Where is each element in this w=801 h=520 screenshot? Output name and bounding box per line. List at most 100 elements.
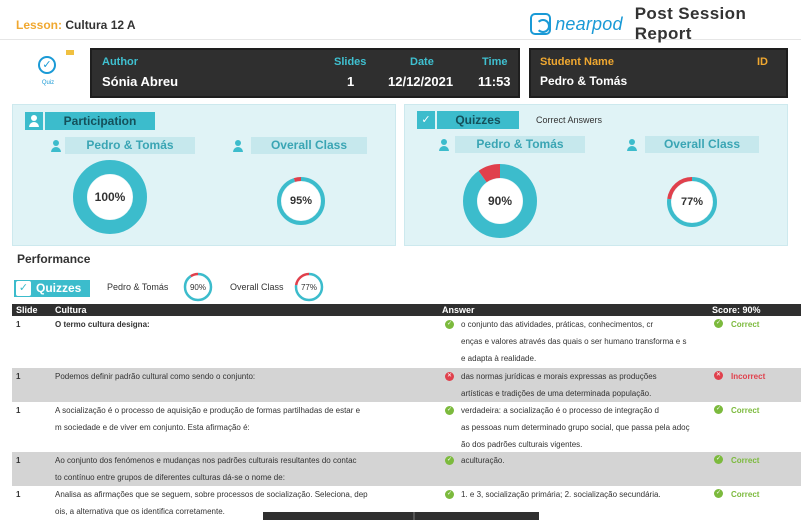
person-icon — [231, 139, 245, 153]
report-header: Lesson: Cultura 12 A nearpod Post Sessio… — [0, 0, 801, 43]
quizzes-panel: ✓ Quizzes Correct Answers Pedro & Tomás … — [404, 104, 788, 246]
author-label: Author — [102, 56, 139, 68]
correct-icon: ✓ — [714, 405, 723, 414]
person-icon — [437, 138, 451, 152]
participation-class-donut: 95% — [275, 175, 327, 227]
score-column-header: Score: 90% — [712, 305, 761, 315]
date-label: Date — [410, 56, 434, 68]
answer-line: ão dos padrões culturais vigentes. — [461, 440, 583, 449]
quizzes-student-donut: 90% — [463, 164, 537, 238]
student-id-label: ID — [757, 56, 768, 68]
answer-line: verdadeira: a socialização é o processo … — [461, 406, 659, 415]
participation-student-label: Pedro & Tomás — [65, 137, 195, 154]
brand: nearpod Post Session Report — [530, 4, 801, 43]
answer-line: artísticas e tradições de uma determinad… — [461, 389, 652, 398]
row-slide: 1 — [16, 372, 21, 381]
author-value: Sónia Abreu — [102, 74, 179, 89]
date-value: 12/12/2021 — [388, 74, 454, 89]
correct-icon: ✓ — [445, 490, 454, 499]
answer-line: e adapta à realidade. — [461, 354, 537, 363]
answer-line: das normas jurídicas e morais expressas … — [461, 372, 657, 381]
performance-class-value: 77% — [300, 282, 317, 292]
row-question: A socialização é o processo de aquisição… — [55, 402, 440, 436]
score-text: Correct — [731, 456, 760, 465]
slides-label: Slides — [334, 56, 367, 68]
quiz-badge: ✓ Quiz — [22, 50, 74, 90]
incorrect-icon: ✕ — [445, 372, 454, 381]
author-info-box: Author Sónia Abreu Slides 1 Date 12/12/2… — [90, 48, 520, 98]
person-icon — [625, 138, 639, 152]
time-label: Time — [482, 56, 508, 68]
answer-line: o conjunto das atividades, práticas, con… — [461, 320, 654, 329]
quizzes-hint: Correct Answers — [536, 115, 603, 125]
answer-column-header: Answer — [442, 305, 475, 315]
row-question: Podemos definir padrão cultural como sen… — [55, 368, 440, 385]
question-line: Analisa as afirmações que se seguem, sob… — [55, 490, 368, 499]
quizzes-class-donut: 77% — [665, 175, 719, 229]
person-icon — [25, 112, 43, 130]
slide-column-header: Slide — [16, 305, 38, 315]
row-slide: 1 — [16, 490, 21, 499]
answer-line: 1. e 3, socialização primária; 2. social… — [461, 490, 661, 499]
participation-student-donut: 100% — [73, 160, 147, 234]
check-icon: ✓ — [417, 111, 435, 129]
score-text: Incorrect — [731, 372, 766, 381]
correct-icon: ✓ — [445, 406, 454, 415]
performance-title: Performance — [17, 252, 91, 266]
person-glyph-icon — [27, 114, 41, 128]
lesson-name: Cultura 12 A — [65, 18, 136, 32]
table-row: 1 Podemos definir padrão cultural como s… — [12, 368, 801, 402]
row-question: O termo cultura designa: — [55, 316, 440, 333]
question-line: m sociedade e de viver em conjunto. Esta… — [55, 423, 250, 432]
correct-icon: ✓ — [445, 456, 454, 465]
row-answer: ✓ aculturação. — [445, 452, 711, 469]
participation-class-label: Overall Class — [251, 137, 367, 154]
student-name-value: Pedro & Tomás — [540, 74, 628, 88]
bottom-toolbar[interactable] — [263, 512, 539, 520]
quizzes-class-label: Overall Class — [645, 136, 759, 153]
correct-icon: ✓ — [714, 489, 723, 498]
person-icon — [49, 139, 63, 153]
row-slide: 1 — [16, 320, 21, 329]
lesson-label: Lesson: — [16, 18, 63, 32]
brand-name: nearpod — [555, 13, 623, 34]
row-slide: 1 — [16, 406, 21, 415]
score-text: Correct — [731, 490, 760, 499]
correct-icon: ✓ — [714, 455, 723, 464]
quiz-label: Quiz — [41, 80, 55, 86]
row-question: Ao conjunto dos fenómenos e mudanças nos… — [55, 452, 440, 486]
score-text: Correct — [731, 320, 760, 329]
toolbar-divider — [413, 512, 415, 520]
participation-title: Participation — [45, 112, 155, 130]
participation-class-value: 95% — [289, 195, 313, 207]
quizzes-student-label: Pedro & Tomás — [455, 136, 585, 153]
row-answer: ✓ o conjunto das atividades, práticas, c… — [445, 316, 711, 367]
table-row: 1 A socialização é o processo de aquisiç… — [12, 402, 801, 452]
time-value: 11:53 — [478, 74, 511, 89]
check-circle-icon: ✓ — [38, 56, 56, 74]
question-line: O termo cultura designa: — [55, 320, 150, 329]
incorrect-icon: ✕ — [714, 371, 723, 380]
row-answer: ✕ das normas jurídicas e morais expressa… — [445, 368, 711, 402]
participation-panel: Participation Pedro & Tomás Overall Clas… — [12, 104, 396, 246]
question-column-header: Cultura — [55, 305, 87, 315]
check-icon: ✓ — [16, 281, 31, 296]
score-text: Correct — [731, 406, 760, 415]
performance-class-label: Overall Class — [230, 282, 284, 292]
performance-student-value: 90% — [189, 282, 206, 292]
question-line: Podemos definir padrão cultural como sen… — [55, 372, 256, 381]
question-line: Ao conjunto dos fenómenos e mudanças nos… — [55, 456, 357, 465]
performance-class-donut: 77% — [294, 272, 324, 302]
quiz-tag-icon — [66, 50, 74, 55]
student-name-label: Student Name — [540, 56, 614, 68]
nearpod-logo-icon — [530, 13, 552, 35]
answer-line: enças e valores através das quais o ser … — [461, 337, 687, 346]
question-line: to contínuo entre grupos de diferentes c… — [55, 473, 285, 482]
slides-value: 1 — [347, 74, 355, 89]
question-line: A socialização é o processo de aquisição… — [55, 406, 361, 415]
answer-line: as pessoas num determinado grupo social,… — [461, 423, 690, 432]
table-row: 1 Ao conjunto dos fenómenos e mudanças n… — [12, 452, 801, 486]
quizzes-title: Quizzes — [437, 111, 519, 129]
row-answer: ✓ verdadeira: a socialização é o process… — [445, 402, 711, 453]
row-slide: 1 — [16, 456, 21, 465]
